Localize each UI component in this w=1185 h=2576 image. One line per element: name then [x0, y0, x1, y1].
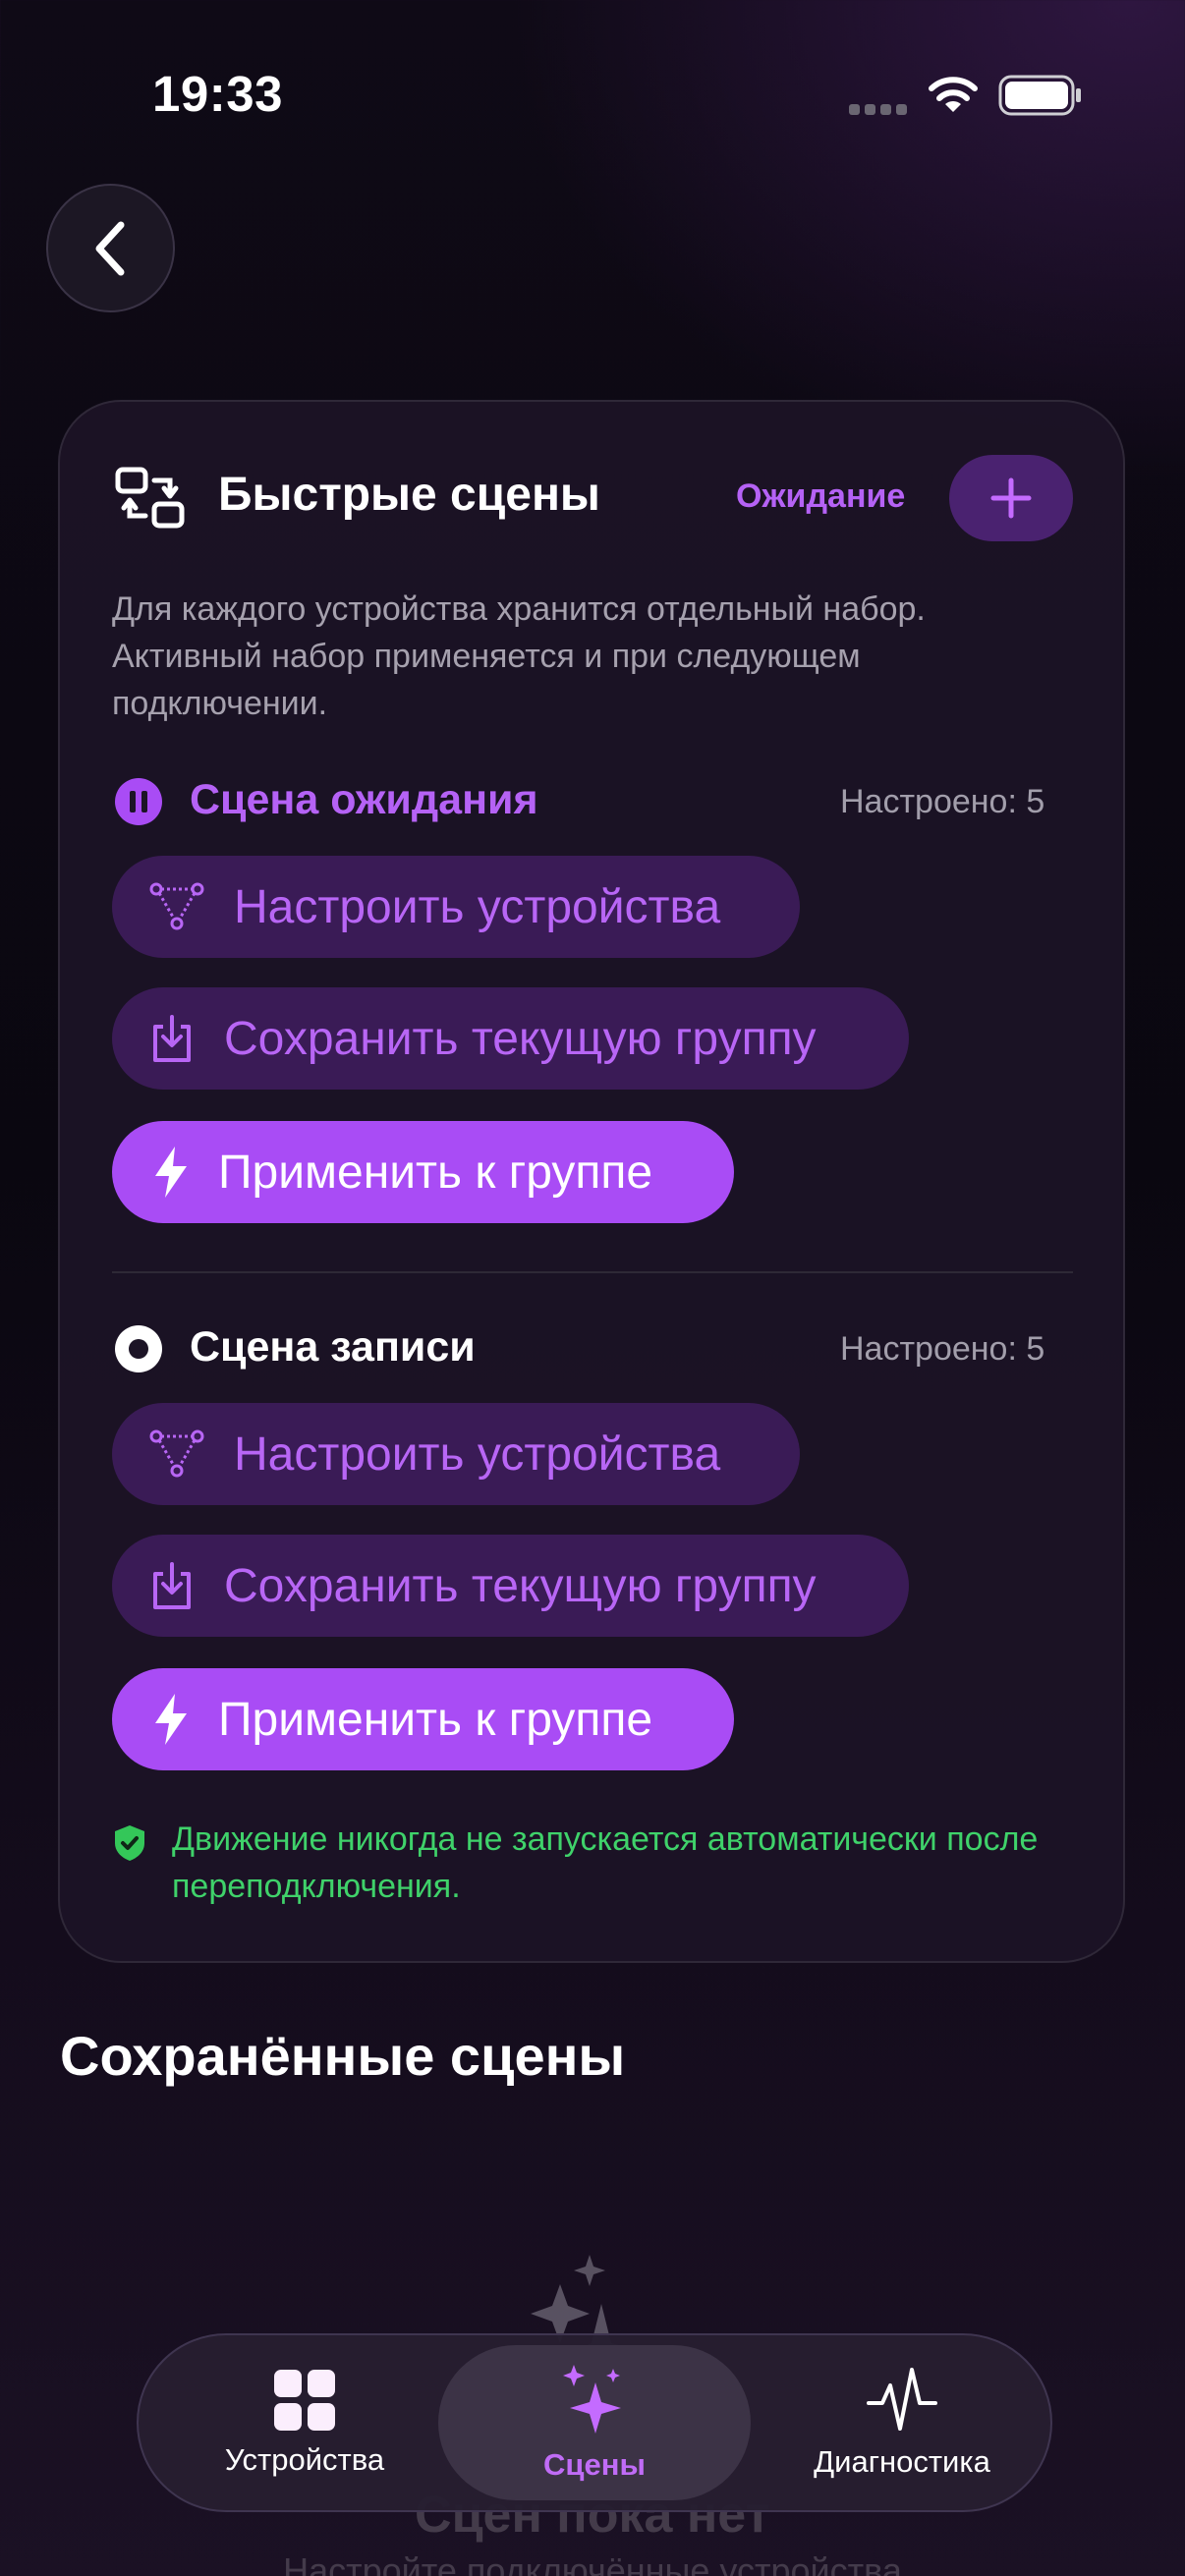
- tab-diagnostics-label: Диагностика: [814, 2444, 990, 2479]
- devices-network-icon: [149, 882, 204, 930]
- safety-note: Движение никогда не запускается автомати…: [172, 1820, 1039, 1905]
- battery-icon: [998, 75, 1081, 116]
- tab-diagnostics[interactable]: Диагностика: [755, 2345, 1049, 2500]
- save-group-label: Сохранить текущую группу: [224, 1012, 817, 1065]
- signal-dots-icon: [849, 104, 907, 115]
- shield-check-icon: [115, 1825, 144, 1861]
- tab-scenes-label: Сцены: [543, 2447, 646, 2482]
- save-group-button[interactable]: Сохранить текущую группу: [112, 1535, 909, 1637]
- record-icon: [115, 1325, 162, 1372]
- scene-waiting-count: Настроено: 5: [840, 783, 1045, 820]
- apply-to-group-button[interactable]: Применить к группе: [112, 1121, 734, 1223]
- status-time: 19:33: [152, 66, 283, 122]
- back-button[interactable]: [46, 184, 175, 312]
- empty-state-subtitle: Настройте подключённые устройства: [283, 2550, 902, 2576]
- save-tray-icon: [153, 1015, 191, 1062]
- tab-devices[interactable]: Устройства: [157, 2345, 452, 2500]
- tab-scenes[interactable]: Сцены: [438, 2345, 751, 2500]
- bolt-icon: [155, 1147, 187, 1198]
- scene-divider: [112, 1271, 1073, 1273]
- waiting-mode-link[interactable]: Ожидание: [736, 477, 905, 516]
- configure-devices-button[interactable]: Настроить устройства: [112, 1403, 800, 1505]
- save-group-button[interactable]: Сохранить текущую группу: [112, 987, 909, 1090]
- configure-devices-button[interactable]: Настроить устройства: [112, 856, 800, 958]
- apply-to-group-label: Применить к группе: [218, 1693, 653, 1746]
- apply-to-group-button[interactable]: Применить к группе: [112, 1668, 734, 1770]
- bolt-icon: [155, 1694, 187, 1745]
- card-title: Быстрые сцены: [218, 469, 600, 521]
- sparkles-icon: [563, 2365, 621, 2434]
- card-description: Для каждого устройства хранится отдельны…: [112, 590, 926, 722]
- pulse-icon: [867, 2368, 937, 2431]
- scene-switch-icon: [115, 467, 185, 529]
- saved-scenes-title: Сохранённые сцены: [60, 2025, 626, 2087]
- chevron-left-icon: [95, 221, 124, 275]
- plus-icon: [990, 477, 1032, 519]
- save-tray-icon: [153, 1562, 191, 1609]
- grid-icon: [274, 2370, 335, 2431]
- scene-recording-title: Сцена записи: [190, 1323, 476, 1371]
- devices-network-icon: [149, 1429, 204, 1478]
- scene-waiting-title: Сцена ожидания: [190, 776, 538, 823]
- scene-recording-count: Настроено: 5: [840, 1330, 1045, 1368]
- pause-circle-icon: [115, 778, 162, 825]
- add-scene-button[interactable]: [949, 455, 1073, 541]
- save-group-label: Сохранить текущую группу: [224, 1559, 817, 1612]
- configure-devices-label: Настроить устройства: [234, 1428, 721, 1481]
- apply-to-group-label: Применить к группе: [218, 1146, 653, 1199]
- status-bar: 19:33: [0, 0, 1185, 196]
- tab-devices-label: Устройства: [224, 2442, 385, 2477]
- wifi-icon: [929, 77, 978, 112]
- configure-devices-label: Настроить устройства: [234, 880, 721, 933]
